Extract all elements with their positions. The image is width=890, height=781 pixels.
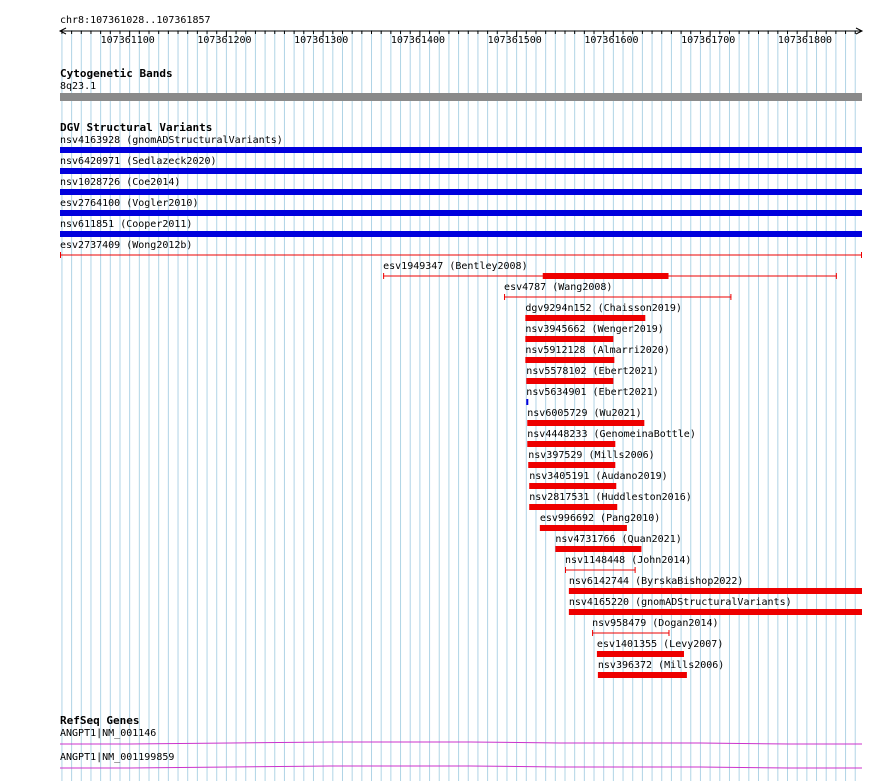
dgv-feature-bar[interactable] bbox=[597, 672, 687, 678]
dgv-feature-bar[interactable] bbox=[529, 504, 618, 510]
refseq-gene-glyphs bbox=[60, 741, 862, 769]
dgv-feature-label[interactable]: esv4787 (Wang2008) bbox=[504, 282, 612, 293]
dgv-feature-label[interactable]: esv1401355 (Levy2007) bbox=[597, 639, 723, 650]
ruler-tick-label: 107361200 bbox=[197, 35, 252, 46]
dgv-feature-thick-part[interactable] bbox=[542, 273, 669, 279]
dgv-feature-label[interactable]: nsv2817531 (Huddleston2016) bbox=[529, 492, 692, 503]
ruler-tick-label: 107361600 bbox=[584, 35, 639, 46]
dgv-feature-label[interactable]: nsv6420971 (Sedlazeck2020) bbox=[60, 156, 217, 167]
dgv-feature-bar[interactable] bbox=[527, 441, 616, 447]
dgv-feature-bar[interactable] bbox=[60, 147, 862, 153]
dgv-feature-bar[interactable] bbox=[596, 651, 684, 657]
ruler-tick-label: 107361400 bbox=[390, 35, 446, 46]
refseq-gene-intron-line[interactable] bbox=[60, 741, 862, 745]
dgv-feature-bar[interactable] bbox=[568, 588, 862, 594]
dgv-feature-bar[interactable] bbox=[568, 609, 862, 615]
dgv-feature-label[interactable]: nsv1148448 (John2014) bbox=[565, 555, 691, 566]
track-canvas bbox=[58, 27, 864, 781]
dgv-feature-bar[interactable] bbox=[525, 315, 646, 321]
dgv-feature-label[interactable]: dgv9294n152 (Chaisson2019) bbox=[525, 303, 682, 314]
cytobands-track-title: Cytogenetic Bands bbox=[60, 67, 173, 80]
dgv-feature-bar[interactable] bbox=[539, 525, 627, 531]
dgv-feature-bar[interactable] bbox=[526, 378, 614, 384]
ruler-tick-label: 107361800 bbox=[777, 35, 833, 46]
dgv-feature-bar[interactable] bbox=[60, 189, 862, 195]
dgv-feature-label[interactable]: nsv4448233 (GenomeinaBottle) bbox=[527, 429, 696, 440]
ruler-tick-label: 107361100 bbox=[100, 35, 155, 46]
dgv-feature-bar[interactable] bbox=[529, 483, 617, 489]
dgv-feature-bar[interactable] bbox=[60, 210, 862, 216]
cytoband-label: 8q23.1 bbox=[60, 81, 97, 92]
dgv-feature-bar[interactable] bbox=[60, 231, 862, 237]
dgv-feature-label[interactable]: nsv611851 (Cooper2011) bbox=[60, 219, 192, 230]
refseq-gene-label[interactable]: ANGPT1|NM_001199859 bbox=[60, 752, 174, 763]
dgv-feature-label[interactable]: esv2764100 (Vogler2010) bbox=[60, 198, 198, 209]
dgv-feature-label[interactable]: esv2737409 (Wong2012b) bbox=[60, 240, 192, 251]
dgv-feature-label[interactable]: esv1949347 (Bentley2008) bbox=[383, 261, 528, 272]
dgv-feature-label[interactable]: nsv5634901 (Ebert2021) bbox=[526, 387, 658, 398]
ruler-tick-label: 107361500 bbox=[487, 35, 542, 46]
dgv-feature-label[interactable]: nsv6142744 (ByrskaBishop2022) bbox=[569, 576, 744, 587]
dgv-feature-label[interactable]: nsv4163928 (gnomADStructuralVariants) bbox=[60, 135, 283, 146]
dgv-feature-label[interactable]: nsv3405191 (Audano2019) bbox=[529, 471, 667, 482]
dgv-feature-label[interactable]: nsv396372 (Mills2006) bbox=[598, 660, 724, 671]
dgv-feature-bar[interactable] bbox=[555, 546, 642, 552]
ruler bbox=[58, 27, 864, 37]
dgv-feature-label[interactable]: nsv5912128 (Almarri2020) bbox=[525, 345, 670, 356]
ruler-location: chr8:107361028..107361857 bbox=[60, 15, 211, 26]
genome-browser-view: chr8:107361028..107361857 107361100 10736… bbox=[0, 0, 890, 781]
dgv-feature-label[interactable]: esv996692 (Pang2010) bbox=[540, 513, 660, 524]
dgv-feature-label[interactable]: nsv958479 (Dogan2014) bbox=[592, 618, 718, 629]
dgv-feature-label[interactable]: nsv4731766 (Quan2021) bbox=[555, 534, 681, 545]
dgv-feature-label[interactable]: nsv1028726 (Coe2014) bbox=[60, 177, 180, 188]
dgv-feature-label[interactable]: nsv5578102 (Ebert2021) bbox=[526, 366, 658, 377]
ruler-tick-label: 107361300 bbox=[294, 35, 349, 46]
cytoband-8q23-1[interactable] bbox=[60, 93, 862, 101]
refseq-gene-label[interactable]: ANGPT1|NM_001146 bbox=[60, 728, 156, 739]
dgv-feature-label[interactable]: nsv4165220 (gnomADStructuralVariants) bbox=[569, 597, 792, 608]
dgv-feature-bar[interactable] bbox=[527, 420, 645, 426]
dgv-feature-label[interactable]: nsv397529 (Mills2006) bbox=[528, 450, 654, 461]
dgv-feature-label[interactable]: nsv6005729 (Wu2021) bbox=[527, 408, 641, 419]
refseq-gene-intron-line[interactable] bbox=[60, 765, 862, 769]
dgv-track-title: DGV Structural Variants bbox=[60, 121, 213, 134]
ruler-tick-label: 107361700 bbox=[681, 35, 736, 46]
dgv-feature-bar[interactable] bbox=[525, 357, 615, 363]
dgv-feature-bar[interactable] bbox=[60, 168, 862, 174]
dgv-feature-bar[interactable] bbox=[528, 462, 616, 468]
dgv-feature-label[interactable]: nsv3945662 (Wenger2019) bbox=[525, 324, 663, 335]
dgv-feature-bar[interactable] bbox=[526, 399, 529, 405]
dgv-feature-bar[interactable] bbox=[525, 336, 614, 342]
refseq-track-title: RefSeq Genes bbox=[60, 714, 140, 727]
